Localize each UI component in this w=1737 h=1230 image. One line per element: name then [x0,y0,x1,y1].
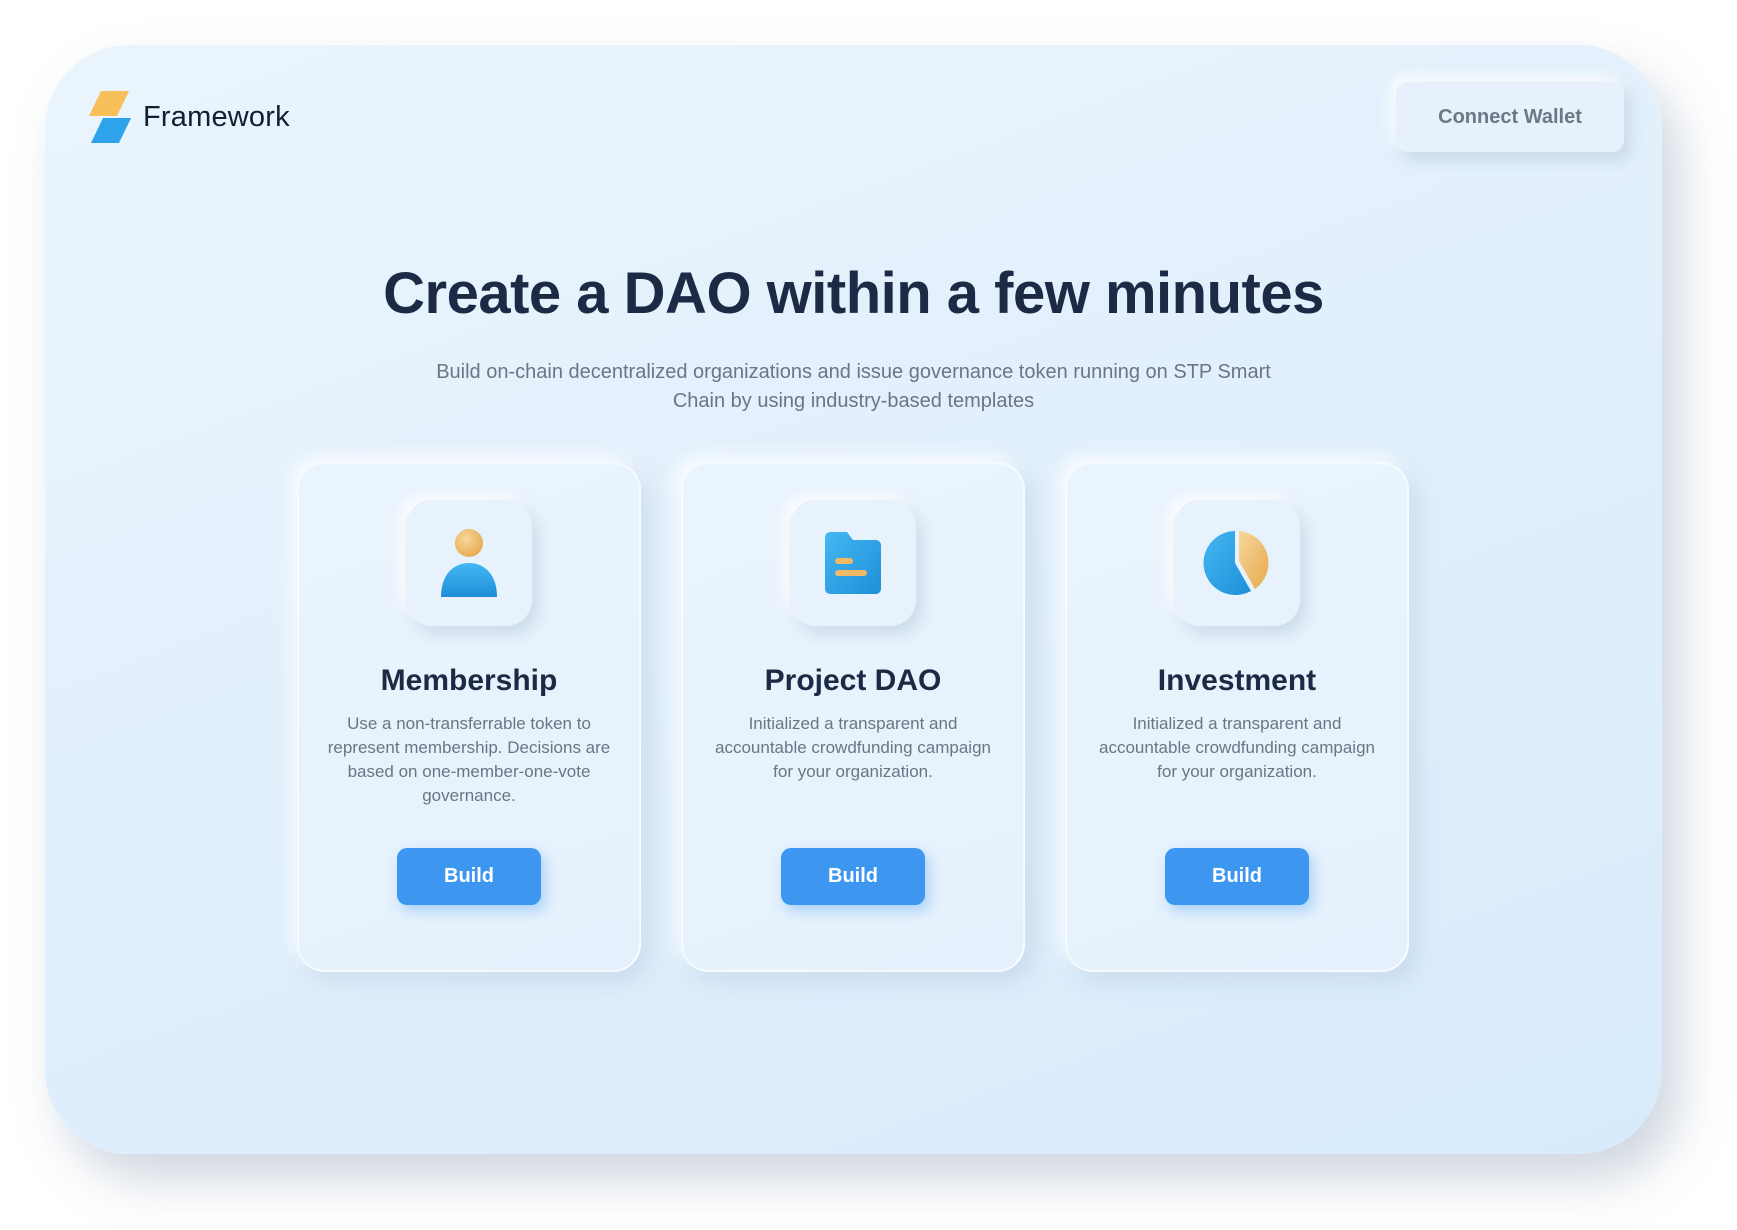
page-subtitle: Build on-chain decentralized organizatio… [436,361,1271,412]
card-icon-tile [1174,500,1300,626]
build-button-project-dao[interactable]: Build [781,848,925,905]
card-description: Initialized a transparent and accountabl… [715,714,991,781]
template-card-investment: Investment Initialized a transparent and… [1065,462,1409,972]
template-card-project-dao: Project DAO Initialized a transparent an… [681,462,1025,972]
page-title: Create a DAO within a few minutes [383,261,1324,326]
card-description: Initialized a transparent and accountabl… [1099,714,1375,781]
template-card-membership: Membership Use a non-transferrable token… [297,462,641,972]
brand-logo[interactable]: Framework [87,89,290,145]
folder-icon [825,532,881,594]
user-icon [441,529,497,597]
app-window: Framework Connect Wallet Create a DAO wi… [45,45,1662,1154]
card-icon-tile [406,500,532,626]
pie-chart-icon [1203,531,1269,595]
card-title: Investment [1157,664,1317,697]
card-title: Membership [380,664,558,697]
card-title: Project DAO [764,664,942,697]
card-description: Use a non-transferrable token to represe… [327,714,611,805]
build-button-membership[interactable]: Build [397,848,541,905]
lightning-bolt-icon [89,91,131,143]
brand-name: Framework [143,100,290,133]
connect-wallet-button[interactable]: Connect Wallet [1396,82,1624,152]
card-icon-tile [790,500,916,626]
build-button-investment[interactable]: Build [1165,848,1309,905]
